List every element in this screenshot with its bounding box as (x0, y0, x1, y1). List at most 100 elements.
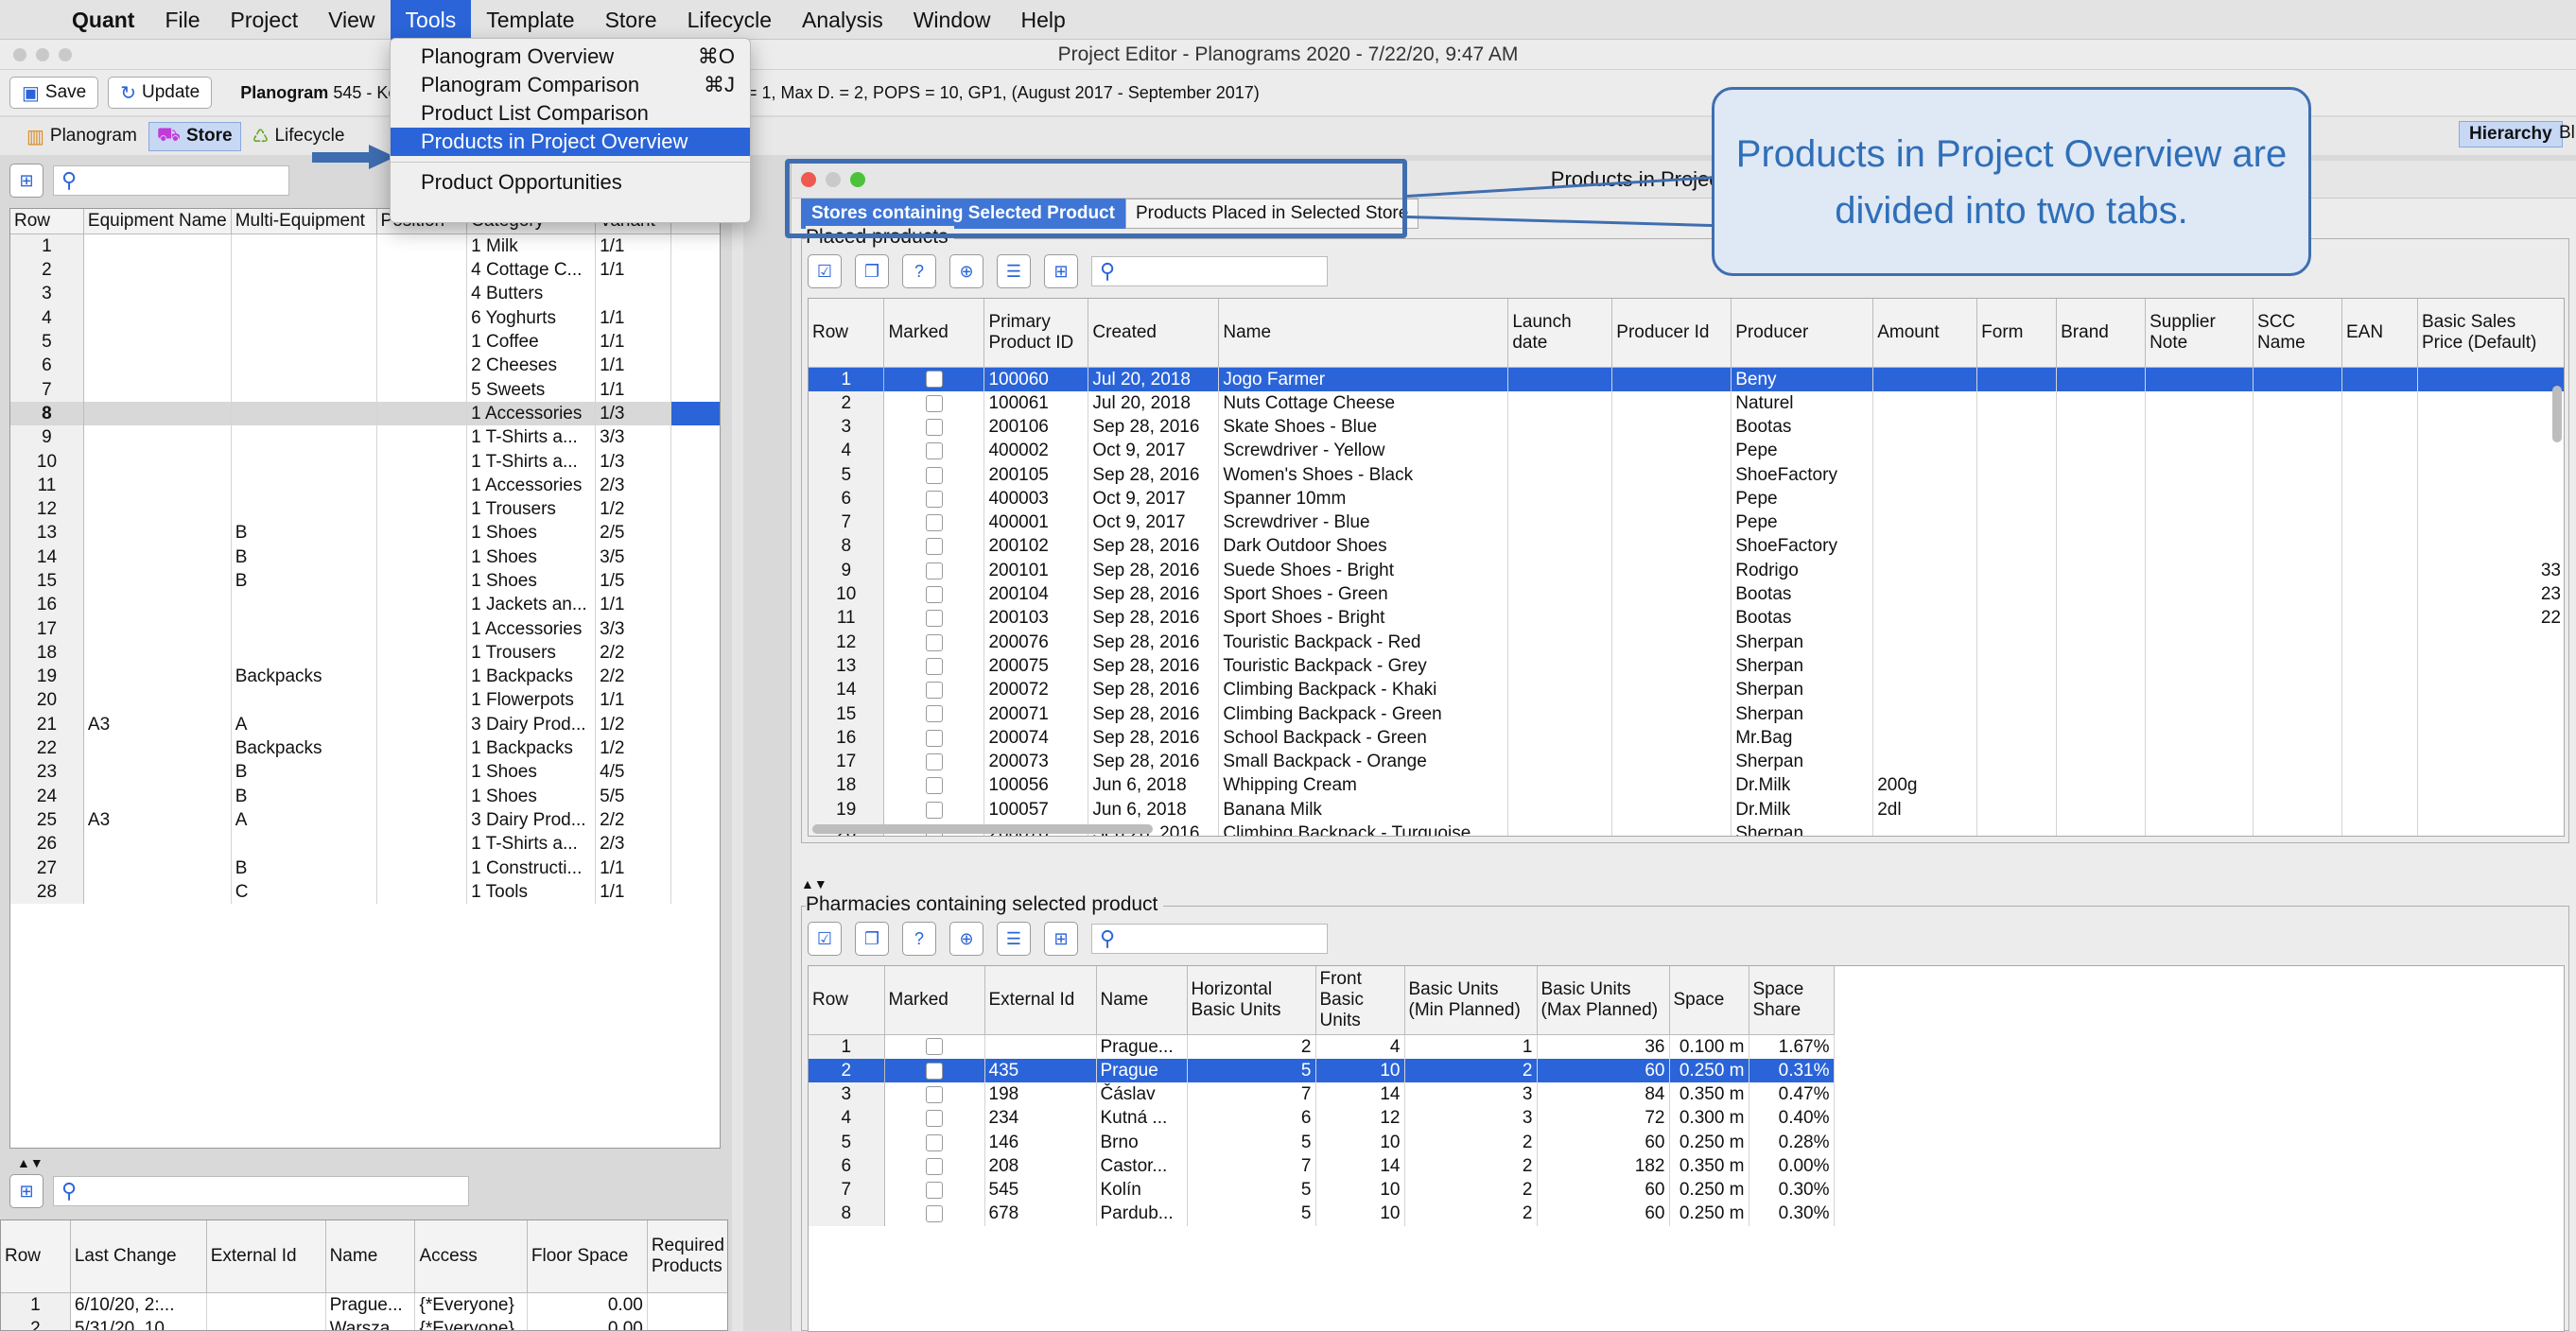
add-icon[interactable]: ⊕ (949, 254, 983, 288)
table-row[interactable]: 18 1 Trousers 2/2 (10, 640, 720, 666)
column-header[interactable]: Basic Sales Price (Default) (2417, 299, 2564, 368)
tab-products-placed[interactable]: Products Placed in Selected Store (1124, 199, 1419, 229)
tab-planogram[interactable]: ▥ Planogram (19, 123, 145, 150)
tab-store[interactable]: ⛟ Store (148, 121, 241, 151)
marked-checkbox[interactable] (883, 653, 985, 679)
column-header[interactable]: Producer Id (1611, 299, 1732, 368)
copy-icon[interactable]: ❐ (855, 922, 889, 956)
marked-checkbox[interactable] (883, 462, 985, 487)
table-row[interactable]: 10 1 T-Shirts a... 1/3 (10, 449, 720, 474)
checkbox[interactable] (925, 514, 943, 532)
basket-icon[interactable]: ⊞ (9, 1174, 44, 1208)
table-row[interactable]: 19 100057 Jun 6, 2018 Banana Milk Dr.Milk 2dl (809, 797, 2564, 822)
horizontal-scrollbar[interactable] (812, 824, 1153, 834)
marked-checkbox[interactable] (883, 439, 985, 463)
checkbox[interactable] (926, 1133, 943, 1151)
column-header[interactable]: Primary Product ID (983, 299, 1089, 368)
menu-item-products-in-project-overview[interactable]: Products in Project Overview (391, 128, 750, 156)
table-row[interactable]: 17 1 Accessories 3/3 (10, 616, 720, 641)
table-row[interactable]: 1 1 Milk 1/1 (10, 234, 720, 258)
menu-lifecycle[interactable]: Lifecycle (672, 0, 787, 40)
column-header[interactable]: Supplier Note (2145, 299, 2254, 368)
list-icon[interactable]: ☰ (997, 922, 1031, 956)
table-row[interactable]: 13 B 1 Shoes 2/5 (10, 521, 720, 545)
menu-item-product-list-comparison[interactable]: Product List Comparison (391, 99, 750, 128)
basket-icon[interactable]: ⊞ (1044, 254, 1078, 288)
marked-checkbox[interactable] (883, 486, 985, 510)
table-row[interactable]: 6 400003 Oct 9, 2017 Spanner 10mm Pepe (809, 486, 2564, 510)
column-header[interactable]: Space (1669, 966, 1749, 1035)
marked-checkbox[interactable] (883, 534, 985, 559)
column-header[interactable]: Name (1218, 299, 1509, 368)
table-row[interactable]: 10 200104 Sep 28, 2016 Sport Shoes - Green B… (809, 581, 2564, 607)
pharmacies-search-input[interactable]: ⚲ (1091, 924, 1328, 954)
marked-checkbox[interactable] (884, 1058, 985, 1082)
column-header[interactable]: Created (1088, 299, 1220, 368)
table-row[interactable]: 8 678 Pardub... 5 10 2 60 0.250 m 0.30% (809, 1202, 1835, 1226)
table-row[interactable]: 6 2 Cheeses 1/1 (10, 354, 720, 378)
checkbox[interactable] (925, 371, 943, 389)
table-row[interactable]: 7 545 Kolín 5 10 2 60 0.250 m 0.30% (809, 1177, 1835, 1202)
table-row[interactable]: 1 6/10/20, 2:... Prague... {*Everyone} 0.00 (1, 1292, 727, 1317)
column-header[interactable]: Form (1976, 299, 2058, 368)
table-row[interactable]: 5 200105 Sep 28, 2016 Women's Shoes - Black… (809, 462, 2564, 487)
checkbox[interactable] (925, 705, 943, 723)
column-header[interactable]: Brand (2056, 299, 2147, 368)
checkbox[interactable] (925, 610, 943, 628)
menu-store[interactable]: Store (590, 0, 672, 40)
checkbox[interactable] (925, 729, 943, 747)
basket-icon[interactable]: ⊞ (9, 164, 44, 198)
table-row[interactable]: 9 200101 Sep 28, 2016 Suede Shoes - Bright R… (809, 558, 2564, 582)
marked-checkbox[interactable] (883, 749, 985, 774)
column-header[interactable]: Name (1096, 966, 1188, 1035)
column-header[interactable]: Row (809, 966, 885, 1035)
help-icon[interactable]: ? (902, 922, 936, 956)
marked-checkbox[interactable] (883, 414, 985, 440)
marked-checkbox[interactable] (883, 725, 985, 750)
marked-checkbox[interactable] (884, 1106, 985, 1131)
table-row[interactable]: 2 435 Prague 5 10 2 60 0.250 m 0.31% (809, 1058, 1835, 1082)
add-icon[interactable]: ⊕ (949, 922, 983, 956)
marked-checkbox[interactable] (883, 558, 985, 582)
table-row[interactable]: 8 200102 Sep 28, 2016 Dark Outdoor Shoes Sho… (809, 534, 2564, 559)
table-row[interactable]: 27 B 1 Constructi... 1/1 (10, 856, 720, 880)
marked-checkbox[interactable] (883, 367, 985, 391)
checkbox[interactable] (926, 1085, 943, 1103)
checkbox[interactable] (925, 753, 943, 771)
save-button[interactable]: ▣ Save (9, 77, 99, 109)
table-row[interactable]: 20 1 Flowerpots 1/1 (10, 688, 720, 713)
marked-checkbox[interactable] (884, 1034, 985, 1059)
column-header[interactable]: Amount (1872, 299, 1978, 368)
marked-checkbox[interactable] (883, 773, 985, 798)
check-icon[interactable]: ☑ (808, 922, 842, 956)
table-row[interactable]: 4 400002 Oct 9, 2017 Screwdriver - Yellow Pe… (809, 439, 2564, 463)
checkbox[interactable] (925, 466, 943, 484)
table-row[interactable]: 15 200071 Sep 28, 2016 Climbing Backpack - … (809, 701, 2564, 726)
menu-window[interactable]: Window (898, 0, 1006, 40)
products-window-controls[interactable] (801, 172, 865, 187)
menu-project[interactable]: Project (216, 0, 314, 40)
table-row[interactable]: 8 1 Accessories 1/3 (10, 401, 720, 426)
checkbox[interactable] (925, 586, 943, 603)
vertical-scrollbar[interactable] (2552, 386, 2562, 442)
table-row[interactable]: 1 Prague... 2 4 1 36 0.100 m 1.67% (809, 1034, 1835, 1059)
checkbox[interactable] (925, 394, 943, 412)
table-row[interactable]: 3 4 Butters (10, 282, 720, 306)
column-header[interactable]: Space Share (1749, 966, 1835, 1035)
marked-checkbox[interactable] (883, 797, 985, 822)
table-row[interactable]: 3 198 Čáslav 7 14 3 84 0.350 m 0.47% (809, 1081, 1835, 1107)
table-row[interactable]: 12 1 Trousers 1/2 (10, 496, 720, 522)
table-row[interactable]: 22 Backpacks 1 Backpacks 1/2 (10, 735, 720, 761)
column-header[interactable]: External Id (984, 966, 1097, 1035)
menu-item-planogram-overview[interactable]: Planogram Overview ⌘O (391, 43, 750, 71)
table-row[interactable]: 3 200106 Sep 28, 2016 Skate Shoes - Blue Boo… (809, 414, 2564, 440)
menu-file[interactable]: File (149, 0, 215, 40)
table-row[interactable]: 9 1 T-Shirts a... 3/3 (10, 425, 720, 450)
marked-checkbox[interactable] (883, 390, 985, 415)
column-header[interactable]: Horizontal Basic Units (1187, 966, 1316, 1035)
checkbox[interactable] (925, 418, 943, 436)
column-header[interactable]: Producer (1731, 299, 1874, 368)
placed-search-input[interactable]: ⚲ (1091, 256, 1328, 286)
column-header[interactable]: EAN (2341, 299, 2418, 368)
column-header[interactable]: Row (809, 299, 885, 368)
